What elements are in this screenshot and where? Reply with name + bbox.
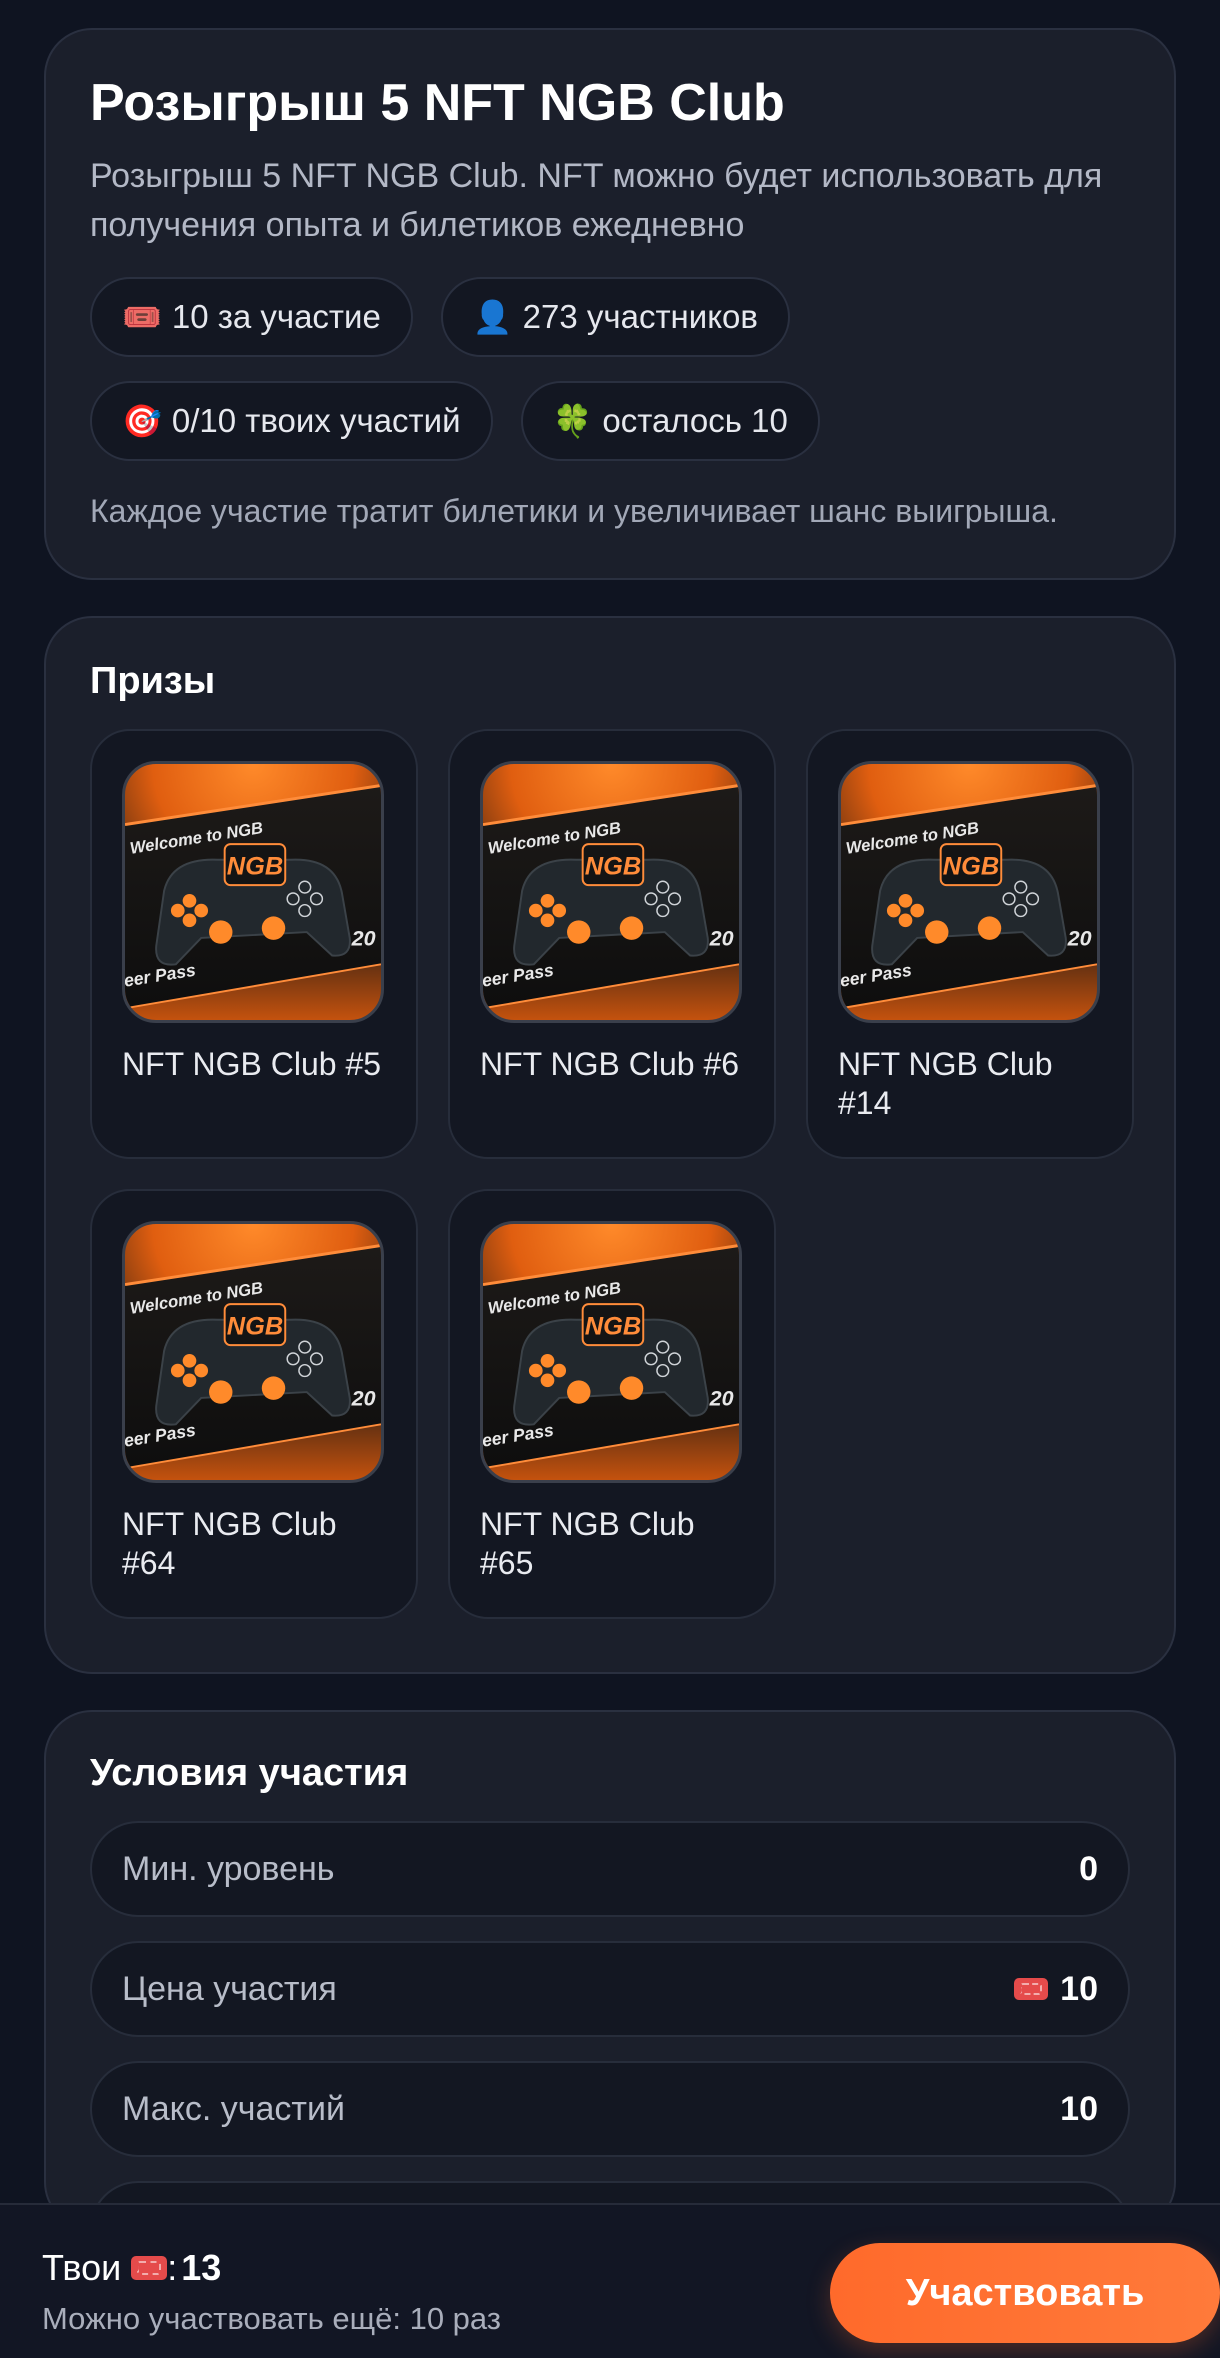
nft-image: Welcome to NGB NGB 20 eer Pass — [838, 761, 1100, 1023]
user-icon: 👤 — [472, 298, 513, 335]
nft-image: Welcome to NGB NGB 20 eer Pass — [480, 1221, 742, 1483]
svg-text:NGB: NGB — [943, 852, 999, 880]
condition-value-text: 10 — [1060, 2089, 1098, 2128]
remaining-entries-text: Можно участвовать ещё: 10 раз — [42, 2301, 502, 2336]
join-button[interactable]: Участвовать — [830, 2243, 1220, 2343]
prizes-card: Призы Welcome to NGB NGB 20 eer Pass NFT… — [44, 616, 1176, 1674]
condition-value: 10 — [1060, 2090, 1098, 2129]
chip-label: 0/10 твоих участий — [171, 401, 461, 439]
svg-text:NGB: NGB — [585, 1312, 641, 1340]
prize-card[interactable]: Welcome to NGB NGB 20 eer Pass NFT NGB C… — [90, 1189, 418, 1619]
prize-card[interactable]: Welcome to NGB NGB 20 eer Pass NFT NGB C… — [448, 729, 776, 1159]
condition-min-level: Мин. уровень 0 — [90, 1821, 1130, 1917]
condition-value-text: 10 — [1060, 1969, 1098, 2008]
bottom-bar: Твои : 13 Можно участвовать ещё: 10 раз … — [0, 2203, 1220, 2358]
giveaway-note: Каждое участие тратит билетики и увеличи… — [90, 492, 1058, 529]
balance-colon: : — [167, 2247, 178, 2288]
conditions-card: Условия участия Мин. уровень 0 Цена учас… — [44, 1710, 1176, 2277]
page: Розыгрыш 5 NFT NGB Club Розыгрыш 5 NFT N… — [0, 0, 1220, 2358]
ticket-balance: Твои : 13 — [42, 2247, 501, 2289]
prize-name: NFT NGB Club #5 — [122, 1046, 382, 1082]
svg-text:20: 20 — [709, 927, 734, 951]
prizes-title: Призы — [90, 660, 216, 702]
ticket-icon: 🎟️ — [122, 298, 162, 335]
chip-participants: 👤 273 участников — [440, 276, 790, 357]
svg-text:NGB: NGB — [227, 852, 283, 880]
condition-max-entries: Макс. участий 10 — [90, 2061, 1130, 2157]
clover-icon: 🍀 — [552, 402, 593, 439]
prize-name: NFT NGB Club #6 — [480, 1046, 740, 1082]
chip-price: 🎟️ 10 за участие — [90, 276, 413, 357]
conditions-title: Условия участия — [90, 1752, 409, 1794]
giveaway-header-card: Розыгрыш 5 NFT NGB Club Розыгрыш 5 NFT N… — [44, 28, 1176, 580]
balance-label: Твои — [42, 2247, 122, 2288]
nft-image: Welcome to NGB NGB 20 eer Pass — [122, 761, 384, 1023]
svg-text:20: 20 — [709, 1387, 734, 1411]
chip-label: 10 за участие — [171, 297, 381, 335]
chip-label: 273 участников — [522, 297, 758, 335]
stats-chips: 🎟️ 10 за участие 👤 273 участников 🎯 0/10… — [90, 276, 850, 461]
svg-text:NGB: NGB — [227, 1312, 283, 1340]
svg-text:20: 20 — [351, 927, 376, 951]
prize-card[interactable]: Welcome to NGB NGB 20 eer Pass NFT NGB C… — [448, 1189, 776, 1619]
balance-value: 13 — [181, 2247, 222, 2288]
condition-label: Мин. уровень — [122, 1849, 335, 1888]
prize-grid: Welcome to NGB NGB 20 eer Pass NFT NGB C… — [90, 729, 1134, 1619]
target-icon: 🎯 — [122, 402, 162, 439]
prize-name: NFT NGB Club #64 — [122, 1506, 337, 1582]
ticket-icon — [131, 2256, 168, 2280]
giveaway-description: Розыгрыш 5 NFT NGB Club. NFT можно будет… — [90, 157, 1103, 244]
prize-card[interactable]: Welcome to NGB NGB 20 eer Pass NFT NGB C… — [806, 729, 1134, 1159]
nft-image: Welcome to NGB NGB 20 eer Pass — [122, 1221, 384, 1483]
balance-block: Твои : 13 Можно участвовать ещё: 10 раз — [42, 2247, 501, 2337]
condition-label: Цена участия — [122, 1969, 337, 2008]
chip-remaining: 🍀 осталось 10 — [520, 380, 820, 461]
condition-value-text: 0 — [1079, 1849, 1098, 1888]
condition-label: Макс. участий — [122, 2089, 345, 2128]
svg-text:NGB: NGB — [585, 852, 641, 880]
nft-image: Welcome to NGB NGB 20 eer Pass — [480, 761, 742, 1023]
condition-value: 0 — [1079, 1850, 1098, 1889]
chip-my-entries: 🎯 0/10 твоих участий — [90, 380, 493, 461]
condition-price: Цена участия 10 — [90, 1941, 1130, 2037]
prize-name: NFT NGB Club #65 — [480, 1506, 695, 1582]
prize-card[interactable]: Welcome to NGB NGB 20 eer Pass NFT NGB C… — [90, 729, 418, 1159]
svg-text:20: 20 — [351, 1387, 376, 1411]
prize-name: NFT NGB Club #14 — [838, 1046, 1053, 1122]
svg-text:20: 20 — [1067, 927, 1092, 951]
giveaway-title: Розыгрыш 5 NFT NGB Club — [90, 74, 785, 132]
condition-value: 10 — [1014, 1970, 1098, 2009]
chip-label: осталось 10 — [602, 401, 788, 439]
ticket-icon — [1014, 1978, 1049, 2000]
